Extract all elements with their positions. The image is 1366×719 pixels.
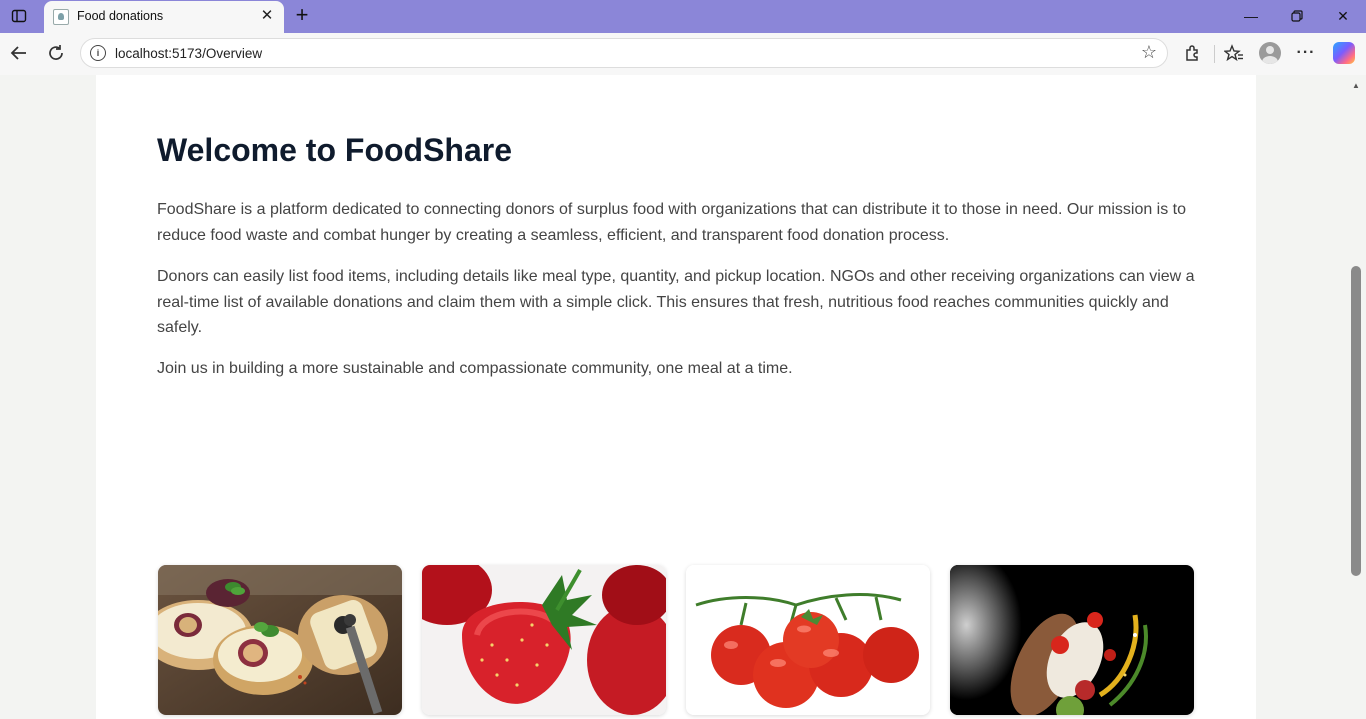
close-window-icon[interactable]: ✕ bbox=[1328, 4, 1358, 28]
scroll-up-icon[interactable]: ▲ bbox=[1352, 81, 1360, 90]
page-scrollbar[interactable]: ▲ bbox=[1348, 75, 1366, 719]
site-favicon-icon bbox=[53, 9, 69, 25]
back-arrow-icon[interactable] bbox=[8, 42, 30, 64]
bruschetta-figs-image bbox=[158, 565, 402, 715]
join-paragraph: Join us in building a more sustainable a… bbox=[157, 360, 793, 377]
favorite-star-icon[interactable]: ☆ bbox=[1141, 42, 1157, 63]
tab-title: Food donations bbox=[77, 9, 164, 23]
toolbar-divider bbox=[1214, 45, 1215, 63]
copilot-icon[interactable] bbox=[1333, 42, 1355, 64]
browser-tab-active[interactable]: Food donations ✕ bbox=[44, 1, 284, 33]
tab-close-icon[interactable]: ✕ bbox=[257, 6, 277, 26]
cherry-tomatoes-image bbox=[686, 565, 930, 715]
restore-icon[interactable] bbox=[1282, 4, 1312, 28]
intro-paragraph: FoodShare is a platform dedicated to con… bbox=[157, 201, 1187, 244]
new-tab-icon[interactable]: + bbox=[290, 4, 314, 28]
favorites-icon[interactable] bbox=[1223, 42, 1245, 64]
overview-content: Welcome to FoodShare FoodShare is a plat… bbox=[96, 75, 1256, 719]
refresh-icon[interactable] bbox=[45, 42, 67, 64]
strawberries-image bbox=[422, 565, 666, 715]
page-viewport: Welcome to FoodShare FoodShare is a plat… bbox=[0, 75, 1366, 719]
more-options-icon[interactable]: ··· bbox=[1295, 42, 1317, 64]
sidebar-toggle-icon[interactable] bbox=[11, 8, 27, 24]
site-info-icon[interactable]: i bbox=[90, 45, 106, 61]
address-bar[interactable]: i localhost:5173/Overview ☆ bbox=[80, 38, 1168, 68]
extensions-icon[interactable] bbox=[1182, 42, 1204, 64]
page-title: Welcome to FoodShare bbox=[157, 132, 513, 168]
url-text[interactable]: localhost:5173/Overview bbox=[115, 46, 262, 61]
browser-titlebar: Food donations ✕ + — ✕ bbox=[0, 0, 1366, 33]
donors-paragraph: Donors can easily list food items, inclu… bbox=[157, 268, 1195, 336]
sandwich-ingredients-image bbox=[950, 565, 1194, 715]
browser-toolbar: i localhost:5173/Overview ☆ ··· bbox=[0, 33, 1366, 75]
minimize-icon[interactable]: — bbox=[1236, 4, 1266, 28]
scrollbar-thumb[interactable] bbox=[1351, 266, 1361, 576]
profile-avatar-icon[interactable] bbox=[1259, 42, 1281, 64]
